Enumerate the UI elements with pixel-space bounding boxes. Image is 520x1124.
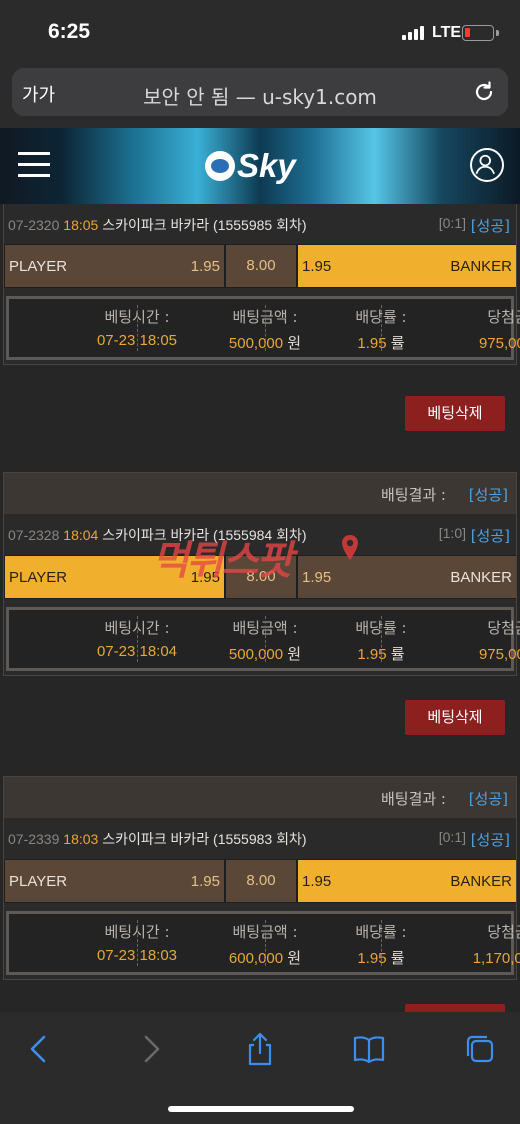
winnings-value: 1,170,000: [472, 950, 520, 967]
battery-icon: [462, 25, 494, 41]
url-text[interactable]: 보안 안 됨 — u-sky1.com: [12, 81, 508, 110]
round-code: 07-2328 18:04 스카이파크 바카라 (1555984 회차): [8, 527, 307, 543]
tie-cell: 8.00: [226, 860, 296, 902]
bet-detail: 베팅시간 :07-23 18:04 배팅금액 :500,000 원 배당률 :1…: [6, 607, 520, 671]
home-indicator: [168, 1106, 354, 1112]
logo-mark-icon: [205, 151, 235, 181]
banker-cell: 1.95 BANKER: [298, 245, 516, 287]
round-code: 07-2320 18:05 스카이파크 바카라 (1555985 회차): [8, 217, 307, 233]
site-logo[interactable]: Sky: [205, 147, 320, 188]
bet-card: 배팅결과 : [성공] 07-2339 18:03 스카이파크 바카라 (155…: [3, 776, 520, 980]
browser-address-area: 가가 보안 안 됨 — u-sky1.com: [0, 62, 520, 128]
tie-cell: 8.00: [226, 245, 296, 287]
bet-card: 배팅결과 : [성공] 07-2328 18:04 스카이파크 바카라 (155…: [3, 472, 520, 676]
site-header: Sky: [0, 128, 520, 204]
back-icon[interactable]: [22, 1032, 56, 1066]
bookmarks-icon[interactable]: [352, 1032, 386, 1066]
user-icon[interactable]: [470, 148, 504, 182]
round-score: [1:0]: [438, 525, 466, 541]
status-bar: 6:25 LTE: [0, 0, 520, 62]
round-code: 07-2339 18:03 스카이파크 바카라 (1555983 회차): [8, 831, 307, 847]
result-link[interactable]: [성공]: [469, 484, 508, 505]
result-row: 배팅결과 : [성공]: [4, 777, 516, 818]
odds-row: PLAYER 1.95 8.00 1.95 BANKER: [4, 244, 516, 288]
delete-bet-button[interactable]: 베팅삭제: [405, 700, 505, 735]
odds-row: PLAYER 1.95 8.00 1.95 BANKER: [4, 555, 516, 599]
logo-text: Sky: [237, 147, 296, 184]
share-icon[interactable]: [243, 1032, 277, 1066]
round-result: [성공]: [470, 217, 510, 235]
player-cell: PLAYER 1.95: [5, 860, 224, 902]
forward-icon[interactable]: [134, 1032, 168, 1066]
round-score: [0:1]: [438, 215, 466, 231]
reload-icon[interactable]: [472, 80, 496, 104]
delete-bet-button[interactable]: 베팅삭제: [405, 1004, 505, 1012]
winnings-value: 975,000: [478, 335, 520, 352]
odds-row: PLAYER 1.95 8.00 1.95 BANKER: [4, 859, 516, 903]
network-label: LTE: [432, 24, 462, 41]
signal-icon: [402, 26, 426, 40]
round-result: [성공]: [470, 527, 510, 545]
winnings-value: 975,000: [478, 646, 520, 663]
player-cell: PLAYER 1.95: [5, 245, 224, 287]
banker-cell: 1.95 BANKER: [298, 860, 516, 902]
address-bar[interactable]: 가가 보안 안 됨 — u-sky1.com: [12, 68, 508, 116]
round-info: 07-2320 18:05 스카이파크 바카라 (1555985 회차) [0:…: [4, 204, 516, 244]
result-link[interactable]: [성공]: [469, 788, 508, 809]
result-row: 배팅결과 : [성공]: [4, 473, 516, 514]
status-time: 6:25: [48, 20, 91, 43]
banker-cell: 1.95 BANKER: [298, 556, 516, 598]
round-score: [0:1]: [438, 829, 466, 845]
browser-toolbar: [0, 1012, 520, 1124]
tie-cell: 8.00: [226, 556, 296, 598]
bet-detail: 베팅시간 :07-23 18:05 배팅금액 :500,000 원 배당률 :1…: [6, 296, 520, 360]
round-info: 07-2328 18:04 스카이파크 바카라 (1555984 회차) [1:…: [4, 514, 516, 555]
bet-history-list[interactable]: 07-2320 18:05 스카이파크 바카라 (1555985 회차) [0:…: [0, 204, 520, 1012]
round-result: [성공]: [470, 831, 510, 849]
bet-detail: 베팅시간 :07-23 18:03 배팅금액 :600,000 원 배당률 :1…: [6, 911, 520, 975]
player-cell: PLAYER 1.95: [5, 556, 224, 598]
tabs-icon[interactable]: [463, 1032, 497, 1066]
menu-icon[interactable]: [18, 152, 50, 178]
round-info: 07-2339 18:03 스카이파크 바카라 (1555983 회차) [0:…: [4, 818, 516, 859]
delete-bet-button[interactable]: 베팅삭제: [405, 396, 505, 431]
bet-card: 07-2320 18:05 스카이파크 바카라 (1555985 회차) [0:…: [3, 204, 520, 365]
